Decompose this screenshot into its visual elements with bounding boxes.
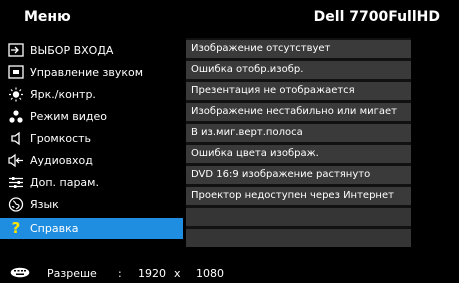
menu-item-brightness-contrast[interactable]: Ярк./контр. (0, 84, 183, 105)
input-source-icon (8, 43, 24, 58)
help-item-display-error[interactable]: Ошибка отобр.изобр. (186, 61, 411, 79)
help-item-internet[interactable]: Проектор недоступен через Интернет (186, 187, 411, 205)
projector-model: Dell 7700FullHD (313, 9, 440, 25)
help-item-color-error[interactable]: Ошибка цвета изображ. (186, 145, 411, 163)
menu-item-video-mode[interactable]: Режим видео (0, 106, 183, 127)
menu-item-input-source[interactable]: ВЫБОР ВХОДА (0, 40, 183, 61)
menu-item-audio-input[interactable]: Аудиовход (0, 150, 183, 171)
menu-item-label: Громкость (30, 132, 92, 145)
help-item-no-image[interactable]: Изображение отсутствует (186, 40, 411, 58)
video-mode-icon (8, 109, 24, 124)
resolution-height: 1080 (196, 267, 224, 280)
menu-item-label: Язык (30, 198, 59, 211)
menu-item-language[interactable]: Язык (0, 194, 183, 215)
menu-item-volume[interactable]: Громкость (0, 128, 183, 149)
help-submenu: Изображение отсутствует Ошибка отобр.изо… (186, 38, 411, 247)
help-item-unstable-image[interactable]: Изображение нестабильно или мигает (186, 103, 411, 121)
help-item-empty (186, 229, 411, 247)
help-item-empty (186, 208, 411, 226)
menu-item-advanced-settings[interactable]: Доп. парам. (0, 172, 183, 193)
menu-item-label: ВЫБОР ВХОДА (30, 44, 114, 57)
language-globe-icon (8, 197, 24, 212)
title-bar: Меню Dell 7700FullHD (0, 0, 459, 38)
menu-item-label: Режим видео (30, 110, 107, 123)
status-bar: Разреше : 1920 x 1080 (0, 264, 459, 283)
menu-item-label: Ярк./контр. (30, 88, 96, 101)
projector-osd-menu: Меню Dell 7700FullHD ВЫБОР ВХОДА Управле… (0, 0, 459, 283)
resolution-width: 1920 (138, 267, 166, 280)
speaker-icon (8, 131, 24, 146)
audio-control-icon (8, 65, 24, 80)
help-item-vertical-line[interactable]: В из.миг.верт.полоса (186, 124, 411, 142)
menu-item-label: Справка (30, 222, 79, 235)
menu-item-label: Доп. парам. (30, 176, 99, 189)
resolution-separator: : (118, 267, 122, 280)
help-question-icon: ? (11, 219, 21, 237)
menu-item-audio-control[interactable]: Управление звуком (0, 62, 183, 83)
menu-item-label: Аудиовход (30, 154, 93, 167)
menu-item-help[interactable]: ? Справка (0, 218, 183, 239)
menu-title: Меню (24, 9, 71, 25)
advanced-settings-icon (8, 175, 24, 190)
main-menu: ВЫБОР ВХОДА Управление звуком Ярк./контр… (0, 38, 183, 245)
help-item-dvd-stretched[interactable]: DVD 16:9 изображение растянуто (186, 166, 411, 184)
brightness-icon (8, 87, 24, 102)
resolution-times: x (174, 267, 181, 280)
help-item-presentation[interactable]: Презентация не отображается (186, 82, 411, 100)
menu-item-label: Управление звуком (30, 66, 144, 79)
keyboard-icon (10, 267, 30, 278)
resolution-label: Разреше (47, 267, 97, 280)
audio-input-icon (8, 153, 24, 168)
